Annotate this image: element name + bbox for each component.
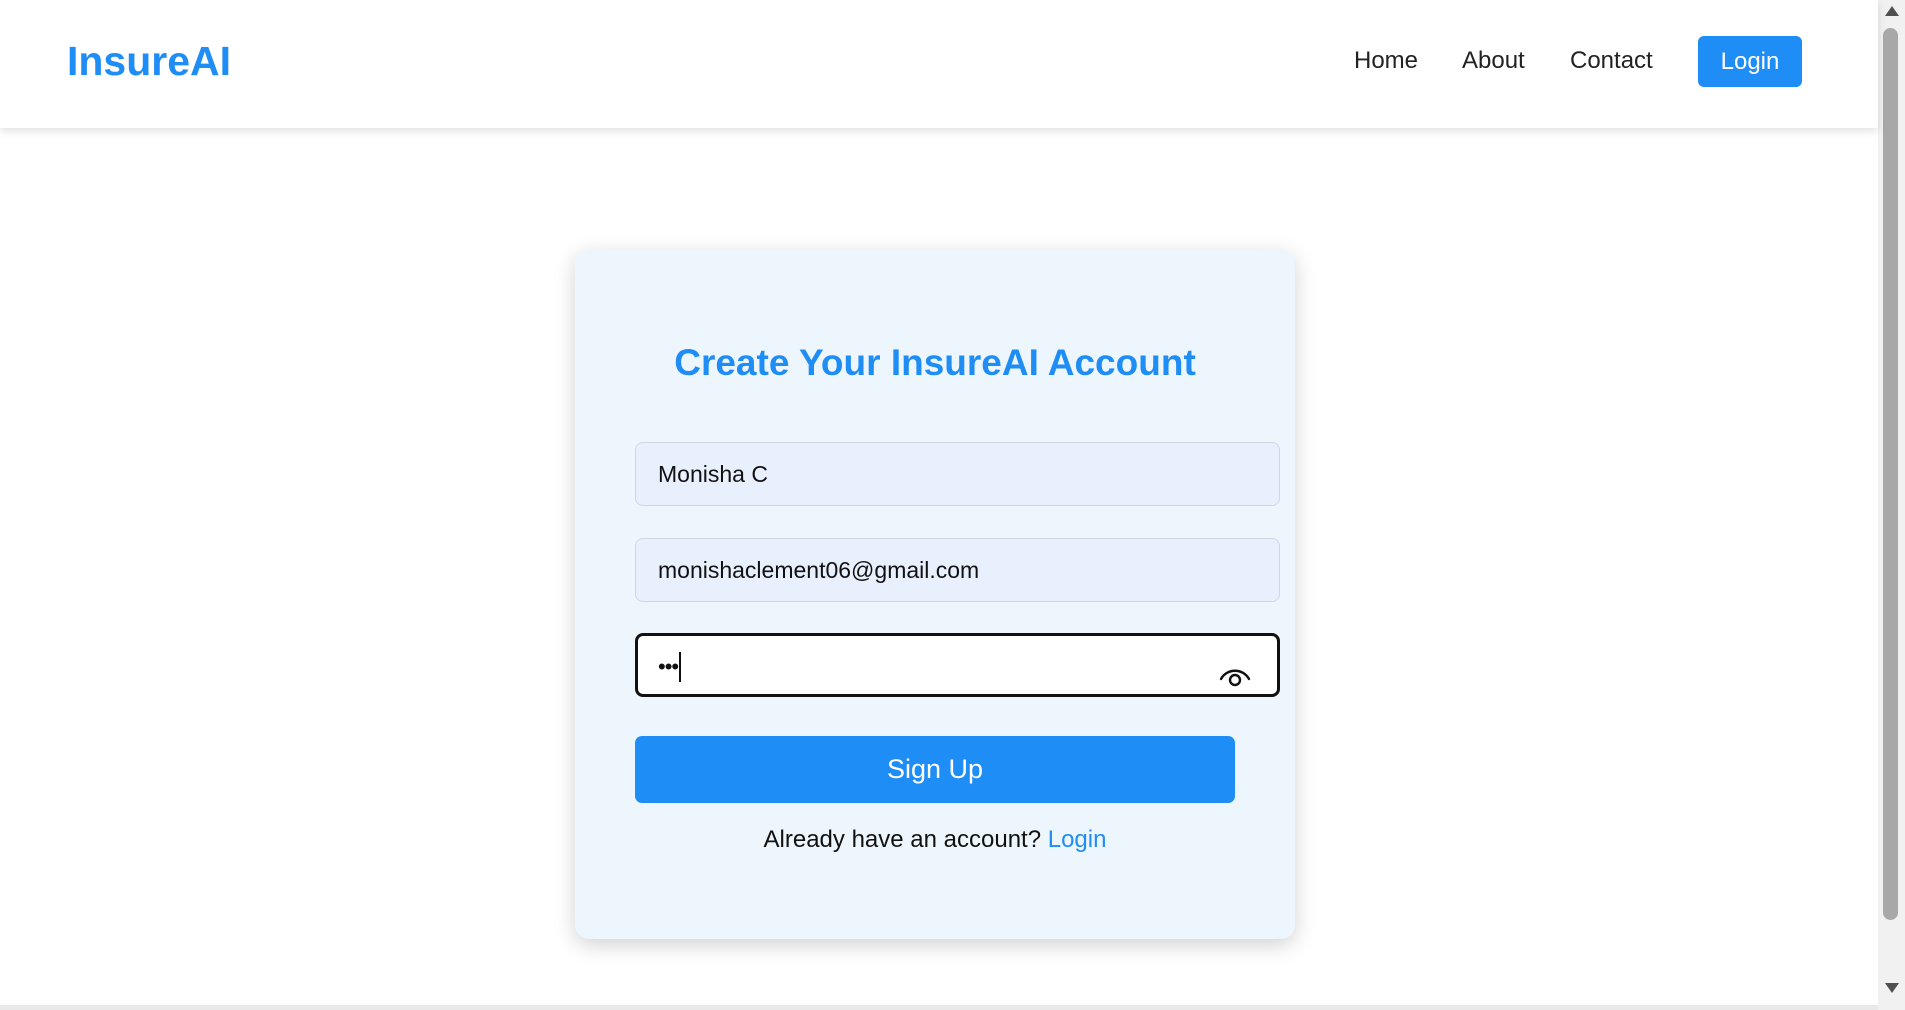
page: InsureAI Home About Contact Login Create… xyxy=(0,0,1905,1010)
nav-link-contact[interactable]: Contact xyxy=(1570,44,1653,78)
vertical-scrollbar[interactable] xyxy=(1878,0,1905,1010)
signup-button[interactable]: Sign Up xyxy=(635,736,1235,803)
bottom-divider xyxy=(0,1005,1878,1010)
password-input[interactable]: ••• xyxy=(635,633,1280,697)
name-input[interactable]: Monisha C xyxy=(635,442,1280,506)
email-input[interactable]: monishaclement06@gmail.com xyxy=(635,538,1280,602)
login-prompt-text: Already have an account? xyxy=(763,826,1042,853)
nav-login-button[interactable]: Login xyxy=(1698,36,1802,87)
email-input-value: monishaclement06@gmail.com xyxy=(658,557,980,583)
nav-link-home[interactable]: Home xyxy=(1354,44,1418,78)
scroll-thumb[interactable] xyxy=(1883,28,1898,920)
nav-link-about[interactable]: About xyxy=(1462,44,1525,78)
scroll-up-arrow-icon[interactable] xyxy=(1885,6,1899,16)
navbar: InsureAI Home About Contact Login xyxy=(0,0,1878,128)
password-input-value: ••• xyxy=(658,653,679,679)
signup-card: Create Your InsureAI Account Monisha C m… xyxy=(575,249,1295,939)
brand-logo[interactable]: InsureAI xyxy=(67,34,231,88)
scroll-down-arrow-icon[interactable] xyxy=(1885,983,1899,993)
text-caret xyxy=(679,651,682,682)
signup-title: Create Your InsureAI Account xyxy=(674,342,1196,383)
login-link[interactable]: Login xyxy=(1048,826,1107,853)
eye-icon[interactable] xyxy=(1219,652,1251,687)
login-prompt: Already have an account? Login xyxy=(635,824,1235,856)
name-input-value: Monisha C xyxy=(658,461,768,487)
